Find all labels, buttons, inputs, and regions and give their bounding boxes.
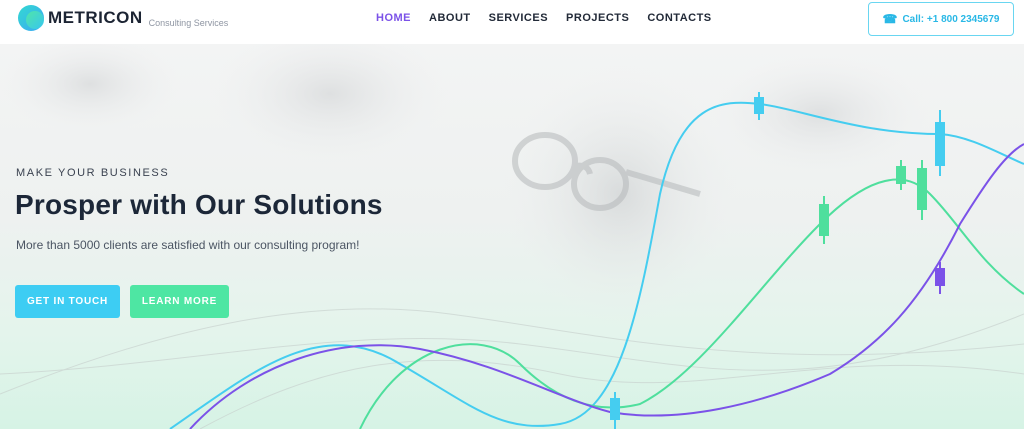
hero-section: MAKE YOUR BUSINESS Prosper with Our Solu…	[0, 44, 1024, 429]
logo[interactable]: METRICON Consulting Services	[18, 5, 228, 31]
logo-mark-icon	[18, 5, 44, 31]
call-label: Call: +1 800 2345679	[902, 13, 1000, 25]
call-button[interactable]: ☎ Call: +1 800 2345679	[868, 2, 1014, 36]
phone-icon: ☎	[882, 12, 898, 26]
brand-name: METRICON	[48, 8, 143, 27]
brand-tagline: Consulting Services	[148, 18, 229, 28]
get-in-touch-button[interactable]: GET IN TOUCH	[15, 285, 120, 318]
hero-title: Prosper with Our Solutions	[15, 189, 383, 220]
site-header: METRICON Consulting Services HOME ABOUT …	[0, 0, 1024, 44]
candle-markers	[610, 92, 945, 429]
learn-more-button[interactable]: LEARN MORE	[130, 285, 229, 318]
nav-item-services[interactable]: SERVICES	[489, 12, 548, 24]
hero-subtitle: More than 5000 clients are satisfied wit…	[16, 238, 360, 252]
nav-item-contacts[interactable]: CONTACTS	[647, 12, 711, 24]
nav-item-about[interactable]: ABOUT	[429, 12, 471, 24]
main-nav: HOME ABOUT SERVICES PROJECTS CONTACTS	[376, 12, 712, 24]
nav-item-home[interactable]: HOME	[376, 12, 411, 24]
nav-item-projects[interactable]: PROJECTS	[566, 12, 629, 24]
hero-eyebrow: MAKE YOUR BUSINESS	[16, 167, 170, 179]
chart-decoration	[0, 92, 1024, 429]
